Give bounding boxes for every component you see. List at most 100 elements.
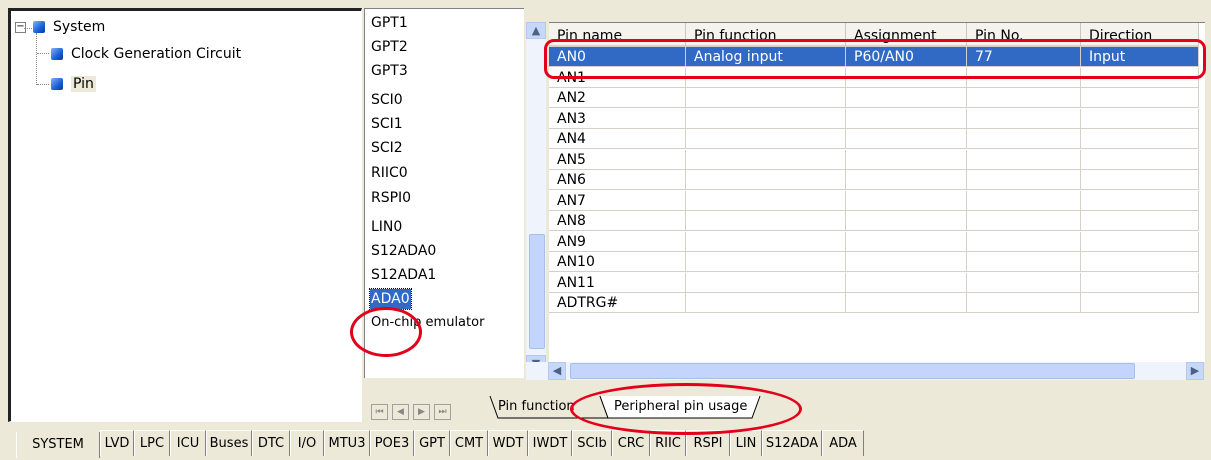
table-cell[interactable] <box>846 293 967 313</box>
tab-rspi[interactable]: RSPI <box>686 430 730 456</box>
table-cell[interactable] <box>1081 149 1199 170</box>
column-header-pin-no[interactable]: Pin No. <box>967 23 1081 47</box>
table-cell[interactable] <box>967 67 1081 88</box>
tab-gpt[interactable]: GPT <box>414 430 450 456</box>
tab-s12ada[interactable]: S12ADA <box>762 430 822 456</box>
table-cell[interactable] <box>686 88 846 108</box>
table-cell[interactable] <box>686 170 846 190</box>
last-sheet-icon[interactable]: ⏭ <box>434 404 451 420</box>
table-cell[interactable] <box>686 129 846 149</box>
table-cell[interactable] <box>967 211 1081 231</box>
tab-lvd[interactable]: LVD <box>100 430 134 456</box>
peripheral-item[interactable]: On-chip emulator <box>371 313 484 333</box>
tab-cmt[interactable]: CMT <box>450 430 488 456</box>
table-row[interactable]: AN7 <box>549 190 1205 211</box>
tab-poe3[interactable]: POE3 <box>370 430 414 456</box>
table-cell[interactable] <box>686 293 846 313</box>
table-row[interactable]: AN1 <box>549 67 1205 88</box>
tree-item-clock-generation-circuit[interactable]: Clock Generation Circuit <box>51 44 241 64</box>
peripheral-item[interactable]: S12ADA1 <box>371 265 436 285</box>
tab-crc[interactable]: CRC <box>612 430 650 456</box>
column-header-pin-function[interactable]: Pin function <box>686 23 846 47</box>
table-cell[interactable] <box>846 108 967 129</box>
table-cell[interactable] <box>846 231 967 252</box>
table-cell[interactable] <box>846 149 967 170</box>
table-cell[interactable] <box>967 170 1081 190</box>
table-cell[interactable] <box>1081 129 1199 149</box>
table-cell[interactable] <box>686 231 846 252</box>
table-cell[interactable] <box>846 170 967 190</box>
table-cell[interactable] <box>1081 170 1199 190</box>
table-cell[interactable] <box>1081 108 1199 129</box>
table-cell[interactable] <box>967 293 1081 313</box>
table-cell[interactable]: P60/AN0 <box>846 47 967 67</box>
table-cell[interactable] <box>686 67 846 88</box>
table-cell[interactable] <box>1081 211 1199 231</box>
peripheral-item[interactable]: SCI2 <box>371 138 403 158</box>
tab-i-o[interactable]: I/O <box>290 430 324 456</box>
table-row[interactable]: AN8 <box>549 211 1205 231</box>
table-cell[interactable] <box>846 88 967 108</box>
tab-lpc[interactable]: LPC <box>134 430 170 456</box>
table-cell[interactable] <box>967 88 1081 108</box>
table-cell[interactable] <box>967 272 1081 293</box>
table-cell[interactable]: ADTRG# <box>549 293 686 313</box>
table-cell[interactable] <box>967 190 1081 211</box>
tab-lin[interactable]: LIN <box>730 430 762 456</box>
table-cell[interactable] <box>686 190 846 211</box>
table-cell[interactable]: AN0 <box>549 47 686 67</box>
table-cell[interactable]: AN6 <box>549 170 686 190</box>
peripheral-item[interactable]: SCI1 <box>371 114 403 134</box>
table-cell[interactable] <box>967 149 1081 170</box>
table-cell[interactable] <box>846 252 967 272</box>
table-cell[interactable] <box>967 108 1081 129</box>
table-cell[interactable] <box>846 272 967 293</box>
peripheral-item[interactable]: GPT3 <box>371 61 408 81</box>
horizontal-scroll-thumb[interactable] <box>570 363 1135 379</box>
table-cell[interactable]: AN4 <box>549 129 686 149</box>
table-cell[interactable]: AN2 <box>549 88 686 108</box>
table-cell[interactable] <box>846 190 967 211</box>
tab-icu[interactable]: ICU <box>170 430 206 456</box>
table-row[interactable]: AN3 <box>549 108 1205 129</box>
table-cell[interactable]: 77 <box>967 47 1081 67</box>
peripheral-item[interactable]: SCI0 <box>371 90 403 110</box>
table-cell[interactable] <box>686 272 846 293</box>
prev-sheet-icon[interactable]: ◀ <box>392 404 409 420</box>
peripheral-item-selected[interactable]: ADA0 <box>369 288 412 310</box>
table-cell[interactable]: AN1 <box>549 67 686 88</box>
table-cell[interactable] <box>686 108 846 129</box>
table-cell[interactable]: AN5 <box>549 149 686 170</box>
table-row[interactable]: AN10 <box>549 252 1205 272</box>
table-cell[interactable]: AN8 <box>549 211 686 231</box>
peripheral-item[interactable]: LIN0 <box>371 217 402 237</box>
table-cell[interactable]: AN7 <box>549 190 686 211</box>
scroll-up-button[interactable]: ▲ <box>526 22 546 39</box>
peripheral-item[interactable]: RIIC0 <box>371 163 408 183</box>
tab-iwdt[interactable]: IWDT <box>528 430 572 456</box>
table-row[interactable]: AN5 <box>549 149 1205 170</box>
tree-item-system[interactable]: System <box>33 17 105 37</box>
peripheral-item[interactable]: S12ADA0 <box>371 241 436 261</box>
table-cell[interactable] <box>686 252 846 272</box>
tab-buses[interactable]: Buses <box>206 430 252 456</box>
table-cell[interactable] <box>967 252 1081 272</box>
table-cell[interactable] <box>1081 67 1199 88</box>
table-cell[interactable]: AN3 <box>549 108 686 129</box>
first-sheet-icon[interactable]: ⏮ <box>371 404 388 420</box>
table-cell[interactable] <box>846 129 967 149</box>
tab-dtc[interactable]: DTC <box>252 430 290 456</box>
table-row[interactable]: ADTRG# <box>549 293 1205 313</box>
peripheral-item[interactable]: RSPI0 <box>371 188 411 208</box>
table-cell[interactable] <box>686 149 846 170</box>
table-cell[interactable] <box>1081 88 1199 108</box>
table-cell[interactable] <box>1081 190 1199 211</box>
tab-ada[interactable]: ADA <box>822 430 864 456</box>
tab-mtu3[interactable]: MTU3 <box>324 430 370 456</box>
table-row[interactable]: AN2 <box>549 88 1205 108</box>
peripheral-item[interactable]: GPT2 <box>371 37 408 57</box>
table-cell[interactable] <box>1081 252 1199 272</box>
table-row[interactable]: AN6 <box>549 170 1205 190</box>
table-row[interactable]: AN9 <box>549 231 1205 252</box>
table-cell[interactable]: Analog input <box>686 47 846 67</box>
